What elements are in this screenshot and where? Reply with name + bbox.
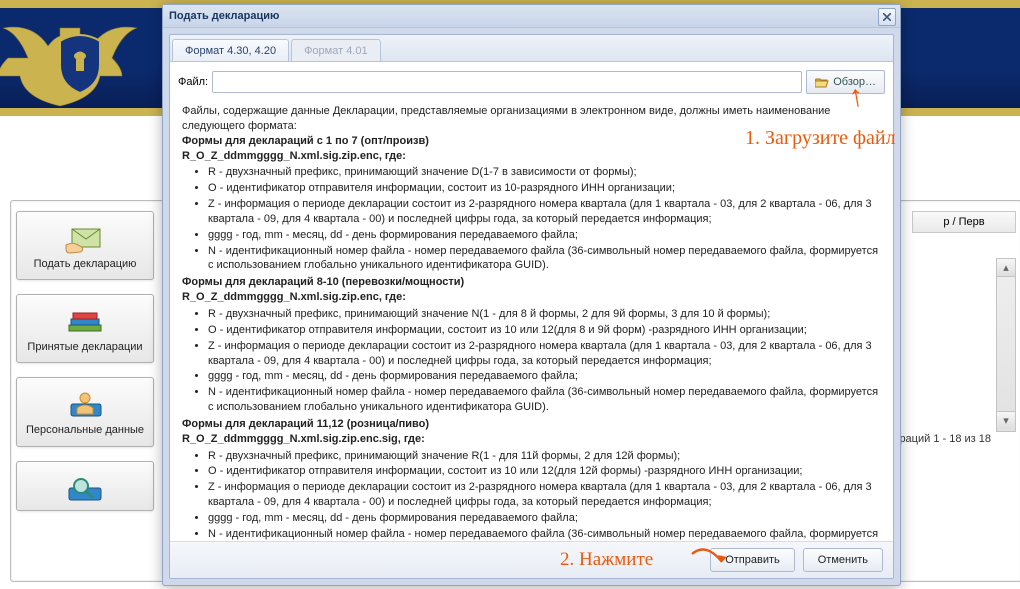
tab-strip: Формат 4.30, 4.20 Формат 4.01 — [170, 35, 893, 62]
person-book-icon — [21, 388, 149, 422]
grid-column-header[interactable]: р / Перв — [912, 211, 1016, 233]
search-button[interactable] — [16, 461, 154, 511]
submit-declaration-dialog: Подать декларацию Формат 4.30, 4.20 Форм… — [162, 4, 901, 586]
list-item: O - идентификатор отправителя информации… — [208, 181, 881, 196]
list-item: Z - информация о периоде декларации сост… — [208, 480, 881, 510]
list-item: gggg - год, mm - месяц, dd - день формир… — [208, 511, 881, 526]
list-item: O - идентификатор отправителя информации… — [208, 323, 881, 338]
submit-declaration-button[interactable]: Подать декларацию — [16, 211, 154, 280]
section2-pattern: R_O_Z_ddmmgggg_N.xml.sig.zip.enc, где: — [182, 290, 881, 305]
section1-list: R - двухзначный префикс, принимающий зна… — [208, 165, 881, 273]
list-item: O - идентификатор отправителя информации… — [208, 464, 881, 479]
scroll-up-button[interactable]: ▴ — [997, 259, 1015, 277]
submit-declaration-label: Подать декларацию — [21, 258, 149, 271]
accepted-declarations-label: Принятые декларации — [21, 341, 149, 354]
envelope-hand-icon — [21, 222, 149, 256]
grid-status-text: лараций 1 - 18 из 18 — [887, 433, 991, 445]
section3-pattern: R_O_Z_ddmmgggg_N.xml.sig.zip.enc.sig, гд… — [182, 432, 881, 447]
emblem-icon — [0, 3, 160, 123]
folder-open-icon — [815, 76, 829, 88]
section2-list: R - двухзначный префикс, принимающий зна… — [208, 307, 881, 415]
personal-data-label: Персональные данные — [21, 424, 149, 437]
list-item: R - двухзначный префикс, принимающий зна… — [208, 307, 881, 322]
file-label: Файл: — [178, 76, 208, 88]
annotation-step1: 1. Загрузите файл — [745, 127, 896, 150]
list-item: N - идентификационный номер файла - номе… — [208, 244, 881, 274]
annotation-step2: 2. Нажмите — [560, 549, 653, 571]
list-item: R - двухзначный префикс, принимающий зна… — [208, 449, 881, 464]
list-item: gggg - год, mm - месяц, dd - день формир… — [208, 228, 881, 243]
list-item: gggg - год, mm - месяц, dd - день формир… — [208, 369, 881, 384]
accepted-declarations-button[interactable]: Принятые декларации — [16, 294, 154, 363]
instruction-content: Файлы, содержащие данные Декларации, пре… — [170, 100, 893, 541]
tab-format-401[interactable]: Формат 4.01 — [291, 39, 381, 61]
dialog-close-button[interactable] — [878, 8, 896, 26]
list-item: R - двухзначный префикс, принимающий зна… — [208, 165, 881, 180]
scroll-down-button[interactable]: ▾ — [997, 411, 1015, 429]
grid-scrollbar[interactable]: ▴ ▾ — [996, 258, 1016, 432]
list-item: Z - информация о периоде декларации сост… — [208, 197, 881, 227]
annotation-arrow-2 — [690, 544, 730, 577]
magnifier-book-icon — [21, 472, 149, 506]
dialog-title: Подать декларацию — [163, 5, 900, 28]
section3-list: R - двухзначный префикс, принимающий зна… — [208, 449, 881, 541]
personal-data-button[interactable]: Персональные данные — [16, 377, 154, 446]
file-path-input[interactable] — [212, 71, 802, 93]
list-item: Z - информация о периоде декларации сост… — [208, 339, 881, 369]
list-item: N - идентификационный номер файла - номе… — [208, 385, 881, 415]
section1-pattern: R_O_Z_ddmmgggg_N.xml.sig.zip.enc, где: — [182, 149, 881, 164]
tab-format-430-420[interactable]: Формат 4.30, 4.20 — [172, 39, 289, 61]
close-icon — [883, 13, 891, 21]
cancel-button[interactable]: Отменить — [803, 548, 883, 572]
books-icon — [21, 305, 149, 339]
section2-title: Формы для деклараций 8-10 (перевозки/мощ… — [182, 275, 881, 290]
section3-title: Формы для деклараций 11,12 (розница/пиво… — [182, 417, 881, 432]
list-item: N - идентификационный номер файла - номе… — [208, 527, 881, 541]
